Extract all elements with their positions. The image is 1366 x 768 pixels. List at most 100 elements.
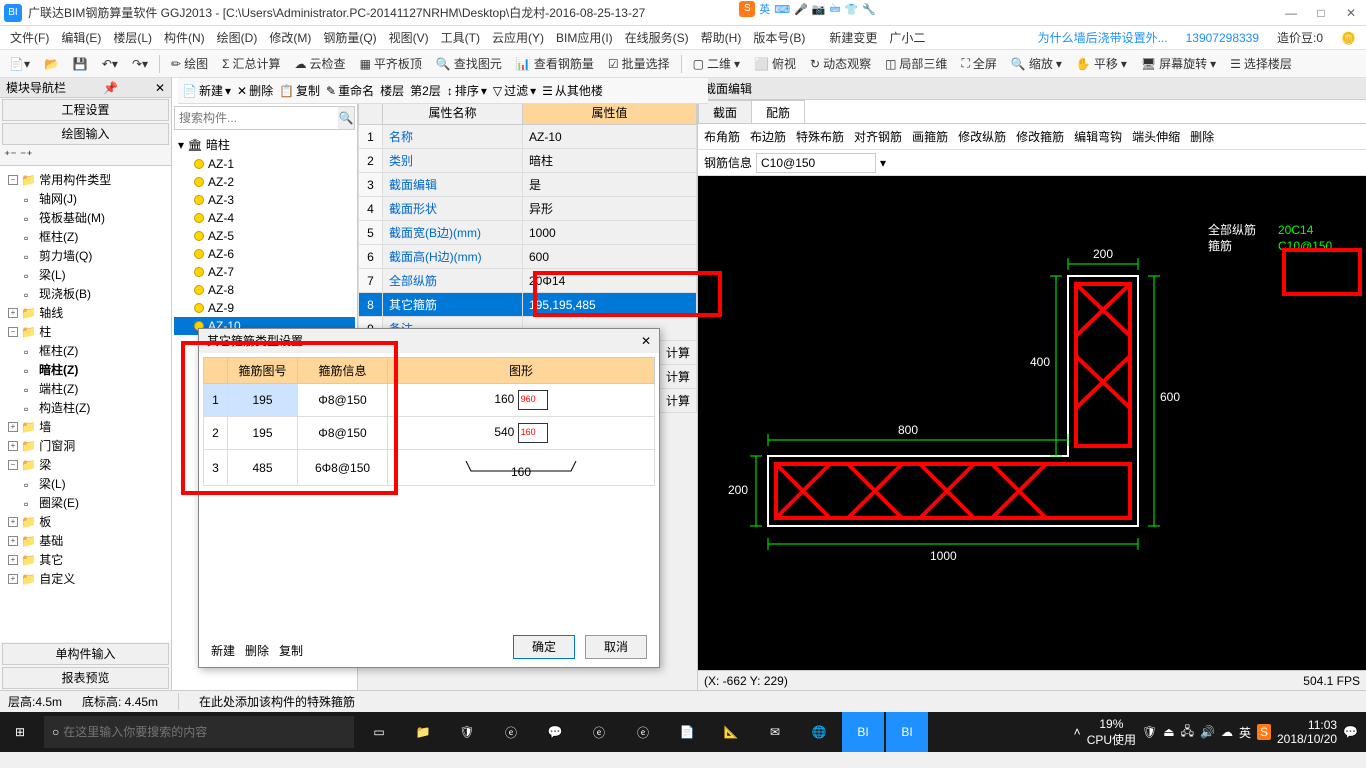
prop-row[interactable]: 3截面编辑是 <box>359 173 697 197</box>
prop-row[interactable]: 6截面高(H边)(mm)600 <box>359 245 697 269</box>
sum-button[interactable]: Σ 汇总计算 <box>219 53 283 74</box>
copy-comp-button[interactable]: 📋 复制 <box>279 82 320 99</box>
undo-icon[interactable]: ↶▾ <box>99 55 121 73</box>
menu-online[interactable]: 在线服务(S) <box>621 27 693 48</box>
taskbar-clock[interactable]: 11:032018/10/20 <box>1277 718 1337 747</box>
tree-node[interactable]: ▫ 暗柱(Z) <box>4 360 167 379</box>
rotate-button[interactable]: 🖥 屏幕旋转▾ <box>1138 53 1219 74</box>
from-other-button[interactable]: ☰ 从其他楼 <box>542 82 603 99</box>
new-change-button[interactable]: 新建变更 <box>825 27 881 48</box>
cad-tb-3[interactable]: 对齐钢筋 <box>854 128 902 145</box>
app-cad-icon[interactable]: 📐 <box>710 712 752 752</box>
collapse-icon[interactable]: ⁻⁺ <box>20 148 33 162</box>
tray-volume-icon[interactable]: 🔊 <box>1200 725 1215 739</box>
tree-node[interactable]: ▫ 梁(L) <box>4 474 167 493</box>
tree-node[interactable]: ▫ 梁(L) <box>4 265 167 284</box>
search-input[interactable] <box>175 107 338 129</box>
close-panel-icon[interactable]: ✕ <box>155 81 165 95</box>
save-icon[interactable]: 💾 <box>70 55 91 73</box>
tree-node[interactable]: ▫ 构造柱(Z) <box>4 398 167 417</box>
cad-tb-7[interactable]: 编辑弯钩 <box>1074 128 1122 145</box>
find-elem-button[interactable]: 🔍 查找图元 <box>433 53 505 74</box>
tab-rebar[interactable]: 配筋 <box>751 100 805 123</box>
tray-security-icon[interactable]: 🛡 <box>1142 725 1157 739</box>
tree-node[interactable]: ▫ 框柱(Z) <box>4 227 167 246</box>
sogou-icon[interactable]: S <box>739 1 755 17</box>
level-select[interactable]: 第2层 <box>410 82 441 99</box>
menu-cloud[interactable]: 云应用(Y) <box>488 27 548 48</box>
prop-row[interactable]: 2类别暗柱 <box>359 149 697 173</box>
stirrup-row[interactable]: 2195Φ8@150540 160 <box>204 417 655 450</box>
stirrup-table[interactable]: 箍筋图号箍筋信息图形1195Φ8@150160 9602195Φ8@150540… <box>203 357 655 486</box>
menu-modify[interactable]: 修改(M) <box>265 27 315 48</box>
search-box[interactable]: 🔍 <box>174 106 355 130</box>
menu-file[interactable]: 文件(F) <box>6 27 53 48</box>
top-view-button[interactable]: ⬜ 俯视 <box>751 53 799 74</box>
ime-icon[interactable]: ⌨ <box>774 3 790 16</box>
draw-button[interactable]: ✏ 绘图 <box>168 53 211 74</box>
menu-edit[interactable]: 编辑(E) <box>57 27 105 48</box>
notification-icon[interactable]: 💬 <box>1343 725 1358 739</box>
view2d-button[interactable]: ▢ 二维▾ <box>690 53 743 74</box>
start-button[interactable]: ⊞ <box>0 712 40 752</box>
tray-eject-icon[interactable]: ⏏ <box>1163 725 1174 739</box>
app-ie2-icon[interactable]: ⓔ <box>622 712 664 752</box>
cad-tb-8[interactable]: 端头伸缩 <box>1132 128 1180 145</box>
menu-view[interactable]: 视图(V) <box>385 27 433 48</box>
search-button[interactable]: 🔍 <box>338 107 354 129</box>
comp-item[interactable]: AZ-8 <box>174 281 355 299</box>
draw-input-button[interactable]: 绘图输入 <box>2 123 169 145</box>
dlg-new-button[interactable]: 新建 <box>211 642 235 659</box>
app-explorer-icon[interactable]: 📁 <box>402 712 444 752</box>
tree-node[interactable]: − 📁 常用构件类型 <box>4 170 167 189</box>
sort-button[interactable]: ↕ 排序▾ <box>447 82 487 99</box>
component-type-tree[interactable]: − 📁 常用构件类型▫ 轴网(J)▫ 筏板基础(M)▫ 框柱(Z)▫ 剪力墙(Q… <box>0 166 171 642</box>
menu-tool[interactable]: 工具(T) <box>437 27 484 48</box>
app-browser-icon[interactable]: 🌐 <box>798 712 840 752</box>
dlg-copy-button[interactable]: 复制 <box>279 642 303 659</box>
tree-node[interactable]: + 📁 其它 <box>4 550 167 569</box>
ime-lang[interactable]: 英 <box>759 1 770 17</box>
tree-node[interactable]: ▫ 剪力墙(Q) <box>4 246 167 265</box>
comp-item[interactable]: AZ-3 <box>174 191 355 209</box>
menu-comp[interactable]: 构件(N) <box>160 27 209 48</box>
dlg-delete-button[interactable]: 删除 <box>245 642 269 659</box>
expand-icon[interactable]: ⁺⁻ <box>4 148 17 162</box>
app-ggj2-icon[interactable]: BI <box>886 712 928 752</box>
cad-tb-5[interactable]: 修改纵筋 <box>958 128 1006 145</box>
prop-row[interactable]: 5截面宽(B边)(mm)1000 <box>359 221 697 245</box>
menu-help[interactable]: 帮助(H) <box>697 27 746 48</box>
zoom-button[interactable]: 🔍 缩放▾ <box>1008 53 1065 74</box>
tree-node[interactable]: ▫ 圈梁(E) <box>4 493 167 512</box>
comp-item[interactable]: AZ-1 <box>174 155 355 173</box>
filter-button[interactable]: ▽ 过滤▾ <box>493 82 536 99</box>
cad-tb-0[interactable]: 布角筋 <box>704 128 740 145</box>
comp-item[interactable]: AZ-7 <box>174 263 355 281</box>
cad-tb-1[interactable]: 布边筋 <box>750 128 786 145</box>
cad-tb-4[interactable]: 画箍筋 <box>912 128 948 145</box>
maximize-button[interactable]: □ <box>1310 6 1332 20</box>
batch-select-button[interactable]: ☑ 批量选择 <box>605 53 673 74</box>
pan-button[interactable]: ✋ 平移▾ <box>1073 53 1130 74</box>
tray-onedrive-icon[interactable]: ☁ <box>1221 725 1233 739</box>
pin-icon[interactable]: 📌 <box>103 81 118 95</box>
rebar-dropdown-icon[interactable]: ▾ <box>880 156 886 170</box>
tray-ime-icon[interactable]: 英 <box>1239 724 1251 741</box>
comp-item[interactable]: AZ-5 <box>174 227 355 245</box>
flat-board-button[interactable]: ▦ 平齐板顶 <box>357 53 425 74</box>
stirrup-row[interactable]: 1195Φ8@150160 960 <box>204 384 655 417</box>
close-button[interactable]: ✕ <box>1340 6 1362 20</box>
cloud-check-button[interactable]: ☁ 云检查 <box>292 53 349 74</box>
tree-node[interactable]: + 📁 板 <box>4 512 167 531</box>
cad-tb-9[interactable]: 删除 <box>1190 128 1214 145</box>
dialog-close-icon[interactable]: ✕ <box>641 329 651 353</box>
dlg-ok-button[interactable]: 确定 <box>513 635 575 659</box>
tree-node[interactable]: + 📁 基础 <box>4 531 167 550</box>
del-comp-button[interactable]: ✕ 删除 <box>237 82 273 99</box>
prop-row[interactable]: 7全部纵筋20Φ14 <box>359 269 697 293</box>
rebar-input[interactable] <box>756 153 876 173</box>
taskbar-search-input[interactable] <box>59 725 346 739</box>
prop-row[interactable]: 1名称AZ-10 <box>359 125 697 149</box>
redo-icon[interactable]: ↷▾ <box>129 55 151 73</box>
tree-node[interactable]: ▫ 端柱(Z) <box>4 379 167 398</box>
